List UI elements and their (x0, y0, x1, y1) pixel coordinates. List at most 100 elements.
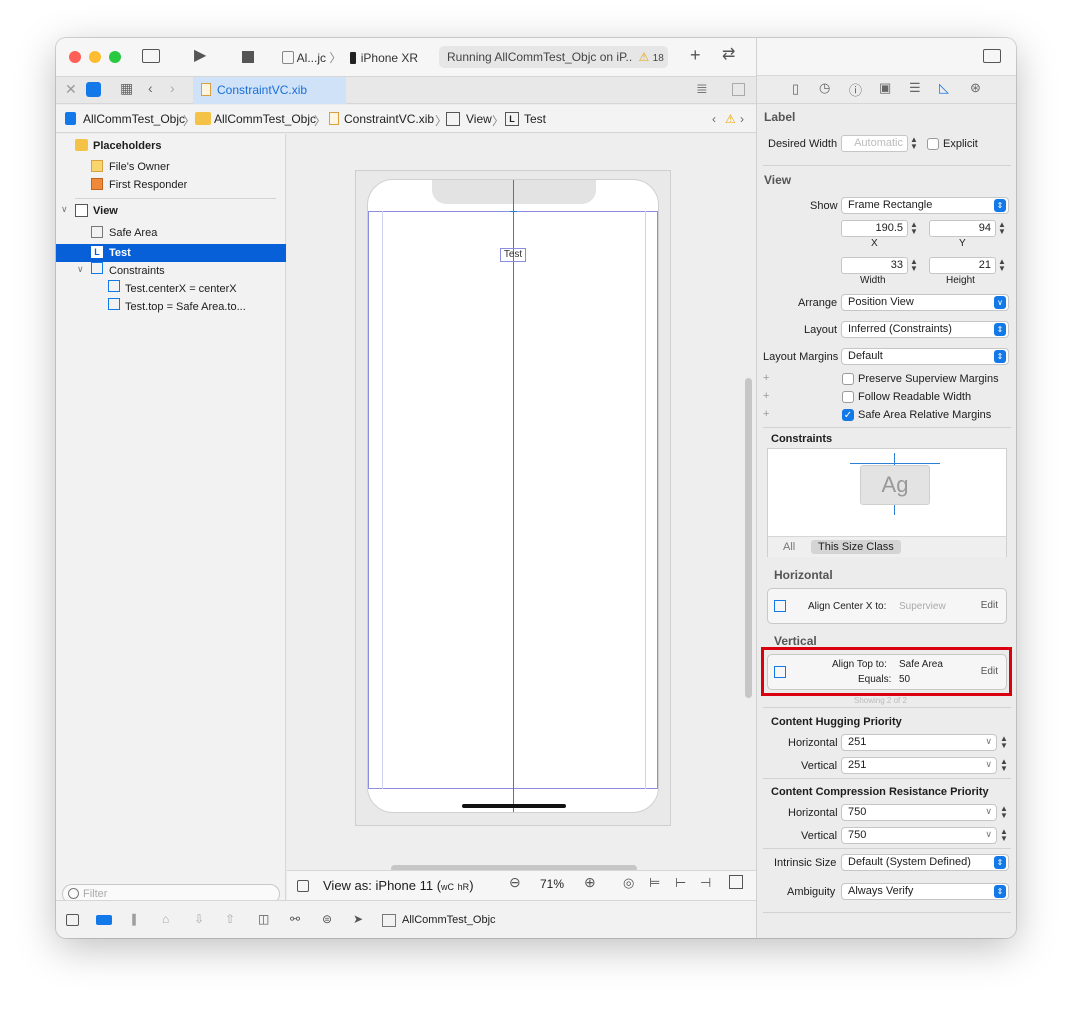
y-field[interactable]: 94 (929, 220, 996, 237)
height-stepper[interactable]: ▲ ▼ (997, 258, 1007, 274)
warning-count[interactable]: 18 (653, 53, 664, 64)
update-frames-icon[interactable]: ◎ (623, 875, 634, 891)
code-review-icon[interactable]: ⇄ (722, 47, 735, 63)
layout-margins-popup[interactable]: Default ⇕ (841, 348, 1009, 365)
compression-vertical-stepper[interactable]: ▲ ▼ (999, 828, 1009, 844)
y-stepper[interactable]: ▲ ▼ (997, 221, 1007, 237)
add-variation-icon[interactable]: + (763, 408, 769, 420)
desired-width-field[interactable]: Automatic (841, 135, 908, 152)
width-stepper[interactable]: ▲ ▼ (909, 258, 919, 274)
compression-horizontal-field[interactable]: 750 ∨ (841, 804, 997, 821)
warning-icon[interactable]: ⚠ (725, 112, 736, 126)
previous-issue-icon[interactable]: ‹ (712, 112, 716, 126)
attributes-inspector-icon[interactable]: ☰ (909, 80, 921, 96)
resolve-issues-icon[interactable]: ⊣ (700, 875, 711, 891)
add-icon[interactable]: + (690, 46, 701, 64)
minimize-window-button[interactable] (89, 51, 101, 63)
navigator-toggle-icon[interactable] (142, 49, 160, 63)
jumpbar-project[interactable]: AllCommTest_Objc (83, 112, 185, 126)
outline-toggle-icon[interactable] (297, 880, 309, 892)
view-as-control[interactable]: View as: iPhone 11 (wC hR) (323, 878, 474, 893)
jumpbar-group[interactable]: AllCommTest_Objc (214, 112, 316, 126)
outline-placeholders[interactable]: Placeholders (93, 140, 161, 152)
outline-first-responder[interactable]: First Responder (109, 179, 187, 191)
outline-constraints[interactable]: Constraints (109, 265, 165, 277)
outline-constraint-top[interactable]: Test.top = Safe Area.to... (125, 301, 246, 313)
file-inspector-icon[interactable]: ▯ (792, 81, 799, 97)
disclosure-open-icon[interactable]: ∨ (61, 204, 68, 215)
step-over-icon[interactable]: ⌂ (162, 912, 169, 926)
readable-width-checkbox[interactable] (842, 391, 854, 403)
hugging-vertical-stepper[interactable]: ▲ ▼ (999, 758, 1009, 774)
edit-centerx-button[interactable]: Edit (981, 600, 998, 611)
connections-inspector-icon[interactable]: ⊛ (970, 80, 981, 96)
pause-icon[interactable]: ∥ (131, 912, 137, 926)
jumpbar-test[interactable]: Test (524, 112, 546, 126)
height-field[interactable]: 21 (929, 257, 996, 274)
add-constraints-icon[interactable]: ⊢ (675, 875, 686, 891)
device-name[interactable]: iPhone XR (361, 51, 418, 65)
intrinsic-size-popup[interactable]: Default (System Defined) ⇕ (841, 854, 1009, 871)
outline-files-owner[interactable]: File's Owner (109, 161, 170, 173)
tab-constraintvc-xib[interactable]: ConstraintVC.xib (193, 77, 346, 104)
hide-debug-area-icon[interactable] (66, 914, 79, 926)
close-window-button[interactable] (69, 51, 81, 63)
show-popup[interactable]: Frame Rectangle ⇕ (841, 197, 1009, 214)
outline-view[interactable]: View (93, 205, 118, 217)
explicit-checkbox[interactable] (927, 138, 939, 150)
stop-icon[interactable] (242, 51, 254, 63)
x-field[interactable]: 190.5 (841, 220, 908, 237)
segment-all[interactable]: All (783, 541, 795, 553)
size-inspector-icon[interactable]: ◺ (939, 80, 949, 96)
jumpbar-view[interactable]: View (466, 112, 492, 126)
hugging-vertical-field[interactable]: 251 ∨ (841, 757, 997, 774)
hugging-horizontal-field[interactable]: 251 ∨ (841, 734, 997, 751)
disclosure-open-icon[interactable]: ∨ (77, 264, 84, 275)
help-inspector-icon[interactable]: ⓘ (849, 80, 862, 99)
compression-horizontal-stepper[interactable]: ▲ ▼ (999, 805, 1009, 821)
centerx-constraint-card[interactable]: Align Center X to: Superview Edit (767, 588, 1007, 624)
embed-icon[interactable] (729, 875, 743, 889)
outline-safe-area[interactable]: Safe Area (109, 227, 157, 239)
safe-area-margins-checkbox[interactable]: ✓ (842, 409, 854, 421)
desired-width-stepper[interactable]: ▲ ▼ (909, 136, 919, 152)
hugging-horizontal-stepper[interactable]: ▲ ▼ (999, 735, 1009, 751)
arrange-popup[interactable]: Position View ∨ (841, 294, 1009, 311)
step-into-icon[interactable]: ⇩ (194, 912, 204, 926)
inspector-toggle-icon[interactable] (983, 49, 1001, 63)
related-items-icon[interactable] (86, 82, 101, 97)
environment-overrides-icon[interactable]: ⊜ (322, 912, 332, 926)
test-label[interactable]: Test (500, 248, 526, 262)
layout-popup[interactable]: Inferred (Constraints) ⇕ (841, 321, 1009, 338)
x-stepper[interactable]: ▲ ▼ (909, 221, 919, 237)
align-icon[interactable]: ⊨ (649, 875, 660, 891)
grid-icon[interactable]: ▦ (120, 80, 133, 96)
editor-options-icon[interactable]: ≣ (696, 80, 708, 96)
outline-constraint-centerx[interactable]: Test.centerX = centerX (125, 283, 237, 295)
ambiguity-popup[interactable]: Always Verify ⇕ (841, 883, 1009, 900)
view-hierarchy-icon[interactable]: ◫ (258, 912, 269, 926)
zoom-level[interactable]: 71% (540, 877, 564, 891)
add-variation-icon[interactable]: + (763, 390, 769, 402)
back-icon[interactable]: ‹ (148, 80, 153, 96)
zoom-out-icon[interactable]: ⊖ (509, 874, 521, 891)
debug-scheme[interactable]: AllCommTest_Objc (402, 914, 496, 926)
add-editor-icon[interactable] (732, 83, 745, 96)
warning-icon[interactable]: ⚠ (639, 50, 650, 64)
vertical-scrollbar[interactable] (745, 378, 752, 698)
close-tab-icon[interactable]: ✕ (65, 81, 77, 97)
run-icon[interactable]: ▶ (194, 48, 206, 64)
simulate-location-icon[interactable]: ➤ (353, 912, 363, 926)
add-variation-icon[interactable]: + (763, 372, 769, 384)
forward-icon[interactable]: › (170, 80, 175, 96)
memory-graph-icon[interactable]: ⚯ (290, 912, 300, 926)
outline-test[interactable]: Test (109, 247, 131, 259)
breakpoints-icon[interactable] (96, 915, 112, 925)
preserve-margins-checkbox[interactable] (842, 373, 854, 385)
scheme-selector[interactable]: Al...jc 〉 iPhone XR (282, 49, 418, 66)
device-screen[interactable]: Test (367, 179, 659, 813)
width-field[interactable]: 33 (841, 257, 908, 274)
step-out-icon[interactable]: ⇧ (225, 912, 235, 926)
next-issue-icon[interactable]: › (740, 112, 744, 126)
identity-inspector-icon[interactable]: ▣ (879, 80, 891, 96)
